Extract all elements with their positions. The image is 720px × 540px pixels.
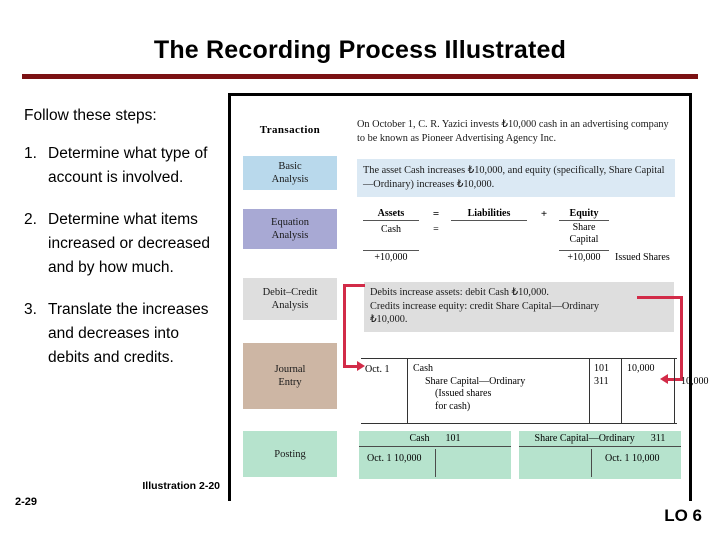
equation-header-assets: Assets [363, 208, 419, 221]
debit-credit-line-1: Debits increase assets: debit Cash ₺10,0… [370, 287, 549, 298]
debit-credit-analysis-text: Debits increase assets: debit Cash ₺10,0… [364, 282, 674, 332]
page-title: The Recording Process Illustrated [153, 36, 567, 64]
equation-operator-equals: = [432, 208, 440, 220]
stage-label-line1: Journal [274, 364, 306, 375]
journal-memo-line1: (Issued shares [435, 388, 492, 399]
stage-label-line2: Analysis [271, 174, 309, 185]
equation-header-equity: Equity [559, 208, 609, 221]
step-text: Determine what items increased or decrea… [48, 211, 210, 276]
stage-label-line1: Debit–Credit [262, 287, 318, 298]
equation-equity-amount: +10,000 [559, 250, 609, 263]
basic-analysis-text: The asset Cash increases ₺10,000, and eq… [357, 159, 675, 197]
connector-arrow-right-top [637, 296, 683, 299]
steps-column: Follow these steps: 1. Determine what ty… [24, 106, 220, 388]
stage-label-text: Posting [274, 448, 306, 460]
stage-label-journal-entry: Journal Entry [243, 343, 337, 409]
connector-arrow-left-top [343, 284, 365, 287]
equation-note-issued-shares: Issued Shares [615, 252, 670, 263]
step-text: Determine what type of account is involv… [48, 145, 208, 186]
equation-header-liabilities: Liabilities [451, 208, 527, 221]
stage-label-debit-credit-analysis: Debit–Credit Analysis [243, 278, 337, 320]
equation-equity-account-line1: Share [572, 222, 596, 233]
stage-label-basic-analysis: Basic Analysis [243, 156, 337, 190]
equation-analysis-table: Assets = Liabilities + Equity Cash = Sha… [357, 208, 679, 270]
connector-arrow-right-vertical [680, 296, 683, 381]
step-item-2: 2. Determine what items increased or dec… [24, 208, 220, 280]
stage-label-line1: Equation [271, 217, 309, 228]
step-item-3: 3. Translate the increases and decreases… [24, 298, 220, 370]
t-account-debit-entry: Oct. 1 10,000 [367, 453, 422, 464]
t-account-cash: Cash 101 Oct. 1 10,000 [359, 431, 511, 479]
debit-credit-line-2: Credits increase equity: credit Share Ca… [370, 300, 600, 312]
journal-column-divider-2 [589, 359, 590, 423]
learning-objective-tag: LO 6 [664, 506, 702, 525]
stage-label-line2: Entry [278, 377, 302, 388]
journal-entry-accounts: Cash Share Capital—Ordinary (Issued shar… [413, 363, 525, 413]
equation-row-equals: = [433, 224, 439, 235]
t-account-header: Share Capital—Ordinary 311 [519, 433, 681, 447]
t-account-name: Share Capital—Ordinary [534, 433, 635, 444]
title-divider [22, 74, 698, 79]
debit-credit-line-3: ₺10,000. [370, 314, 408, 325]
stage-label-line2: Analysis [271, 300, 309, 311]
stage-label-line1: Basic [278, 161, 302, 172]
t-account-name: Cash [409, 433, 430, 444]
steps-lead-text: Follow these steps: [24, 107, 157, 124]
t-account-number: 101 [445, 433, 461, 444]
step-item-1: 1. Determine what type of account is inv… [24, 142, 220, 190]
journal-column-divider-3 [621, 359, 622, 423]
step-number: 1. [24, 145, 37, 162]
stage-label-posting: Posting [243, 431, 337, 477]
illustration-panel: Transaction On October 1, C. R. Yazici i… [228, 93, 709, 501]
journal-ref-debit: 101 [594, 363, 609, 374]
journal-column-divider-4 [674, 359, 675, 423]
page-number: 2-29 [15, 496, 38, 508]
journal-entry-table: Oct. 1 Cash Share Capital—Ordinary (Issu… [361, 358, 709, 424]
equation-equity-account-line2: Capital [569, 234, 599, 245]
journal-column-divider-1 [407, 359, 408, 423]
journal-entry-refs: 101 311 [594, 363, 609, 388]
t-account-share-capital-ordinary: Share Capital—Ordinary 311 Oct. 1 10,000 [519, 431, 681, 479]
equation-operator-plus: + [540, 208, 548, 220]
step-text: Translate the increases and decreases in… [48, 301, 209, 366]
step-number: 3. [24, 301, 37, 318]
journal-account-debit: Cash [413, 363, 433, 374]
t-account-number: 311 [650, 433, 666, 444]
journal-account-credit: Share Capital—Ordinary [425, 375, 526, 387]
connector-arrow-left-bottom [343, 365, 357, 368]
illustration-reference: Illustration 2-20 [142, 480, 220, 492]
journal-memo-line2: for cash) [435, 400, 471, 412]
journal-amount-debit: 10,000 [627, 363, 655, 374]
t-account-header: Cash 101 [359, 433, 511, 447]
journal-ref-credit: 311 [594, 375, 609, 387]
stage-label-line2: Analysis [271, 230, 309, 241]
equation-assets-amount: +10,000 [363, 250, 419, 263]
journal-amount-credit: 10,000 [681, 376, 709, 387]
t-account-credit-entry: Oct. 1 10,000 [605, 453, 660, 464]
equation-assets-account: Cash [381, 224, 401, 235]
transaction-label: Transaction [259, 124, 321, 136]
transaction-text: On October 1, C. R. Yazici invests ₺10,0… [357, 119, 669, 144]
t-account-center-divider [435, 449, 436, 477]
connector-arrow-left-vertical [343, 284, 346, 368]
step-number: 2. [24, 211, 37, 228]
stage-label-equation-analysis: Equation Analysis [243, 209, 337, 249]
journal-entry-date: Oct. 1 [365, 364, 390, 375]
t-account-center-divider [591, 449, 592, 477]
